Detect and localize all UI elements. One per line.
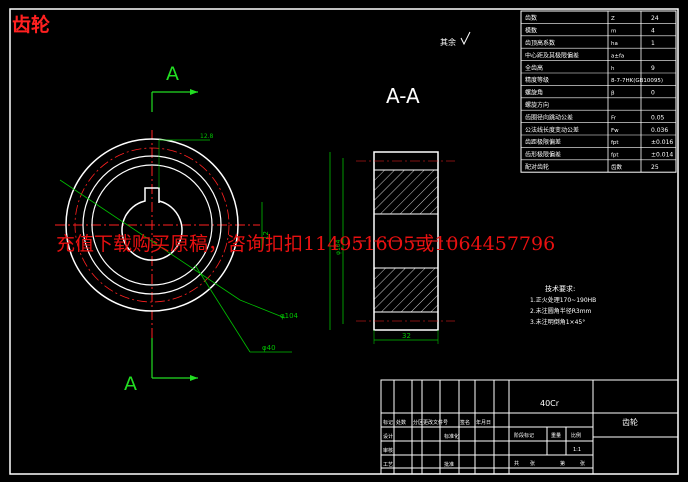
section-letter-top: A bbox=[166, 63, 179, 85]
scale-value: 1:1 bbox=[573, 447, 581, 453]
part-name: 齿轮 bbox=[622, 417, 638, 427]
tech-req-item-1: 1.正火处理170~190HB bbox=[530, 296, 596, 304]
row-label-mark: 标记 bbox=[383, 419, 393, 426]
param-name-8: 齿圈径向跳动公差 bbox=[525, 113, 573, 121]
title-block bbox=[380, 379, 679, 475]
col-label-sign: 签名 bbox=[460, 419, 470, 426]
param-value-4: 9 bbox=[651, 65, 655, 72]
param-symbol-6: β bbox=[611, 91, 615, 97]
section-view-label: A-A bbox=[386, 84, 420, 108]
param-value-8: 0.05 bbox=[651, 114, 665, 121]
param-name-1: 模数 bbox=[525, 27, 537, 35]
param-symbol-11: fpt bbox=[611, 153, 619, 159]
param-value-10: ±0.016 bbox=[651, 139, 673, 146]
section-view: A-A φ104 32 bbox=[329, 84, 455, 344]
param-value-9: 0.036 bbox=[651, 127, 668, 134]
arrow-head-top bbox=[190, 89, 198, 95]
header-title: 齿轮 bbox=[12, 13, 50, 36]
col-label-count: 处数 bbox=[396, 419, 406, 426]
sheet-total: 共 bbox=[514, 460, 519, 467]
col-label-docno: 更改文件号 bbox=[423, 419, 448, 426]
tech-req-title: 技术要求: bbox=[545, 284, 575, 293]
param-symbol-0: Z bbox=[611, 16, 615, 22]
param-name-4: 全齿高 bbox=[525, 64, 543, 72]
param-name-5: 精度等级 bbox=[525, 76, 549, 84]
arrow-head-bottom bbox=[190, 375, 198, 381]
approve-label: 批准 bbox=[444, 461, 454, 468]
param-value-1: 4 bbox=[651, 28, 655, 35]
param-symbol-3: a±fa bbox=[611, 53, 624, 59]
param-name-10: 齿距极限偏差 bbox=[525, 138, 561, 146]
section-letter-bottom: A bbox=[124, 373, 137, 395]
material: 40Cr bbox=[540, 399, 560, 408]
hatch-upper bbox=[373, 169, 439, 215]
param-symbol-2: ha bbox=[611, 41, 618, 47]
param-symbol-10: fpt bbox=[611, 140, 619, 146]
outer-dia-dim: φ104 bbox=[280, 312, 299, 320]
tech-req-item-2: 2.未注圆角半径R3mm bbox=[530, 307, 592, 315]
drawing-canvas: 齿轮 其余 A A 12.8 12 φ104 φ40 A-A φ104 32 齿… bbox=[0, 0, 688, 482]
stage-label: 阶段标记 bbox=[514, 432, 534, 439]
param-symbol-8: Fr bbox=[611, 115, 617, 121]
param-value-6: 0 bbox=[651, 90, 655, 97]
roughness-icon bbox=[460, 31, 471, 46]
hub-dia-dim: φ40 bbox=[262, 344, 276, 352]
leader-hub bbox=[194, 264, 251, 353]
row-label-review: 审核 bbox=[383, 447, 393, 454]
param-value-2: 1 bbox=[651, 40, 655, 47]
param-symbol-9: Fw bbox=[611, 128, 619, 134]
tech-req-item-3: 3.未注明倒角1×45° bbox=[530, 318, 585, 326]
param-name-0: 齿数 bbox=[525, 14, 537, 22]
param-name-2: 齿顶高系数 bbox=[525, 39, 555, 47]
keyway-depth-dim: 12.8 bbox=[200, 133, 214, 140]
hatch-lower bbox=[373, 267, 439, 313]
param-name-7: 螺旋方向 bbox=[525, 101, 549, 109]
param-value-12: 25 bbox=[651, 164, 659, 171]
row-label-design: 设计 bbox=[383, 433, 393, 440]
tech-requirements: 技术要求: 1.正火处理170~190HB 2.未注圆角半径R3mm 3.未注明… bbox=[530, 284, 596, 326]
col-label-date: 年月日 bbox=[476, 419, 491, 426]
param-value-11: ±0.014 bbox=[651, 152, 673, 159]
leader-outer-tail bbox=[239, 299, 286, 319]
parameter-table: 齿数 Z 24 模数 m 4 齿顶高系数 ha 1 中心距及其极限偏差 a±fa 全齿高 h 9 精度等级 8… bbox=[520, 10, 677, 173]
param-name-11: 齿形极限偏差 bbox=[525, 151, 561, 159]
param-name-9: 公法线长度变动公差 bbox=[525, 126, 579, 134]
std-label: 标准化 bbox=[444, 433, 459, 440]
col-label-zone: 分区 bbox=[413, 419, 423, 426]
param-symbol-4: h bbox=[611, 66, 615, 72]
param-name-6: 螺旋角 bbox=[525, 89, 543, 97]
scale-label: 比例 bbox=[571, 432, 581, 439]
sheet-no: 第 bbox=[560, 460, 565, 467]
surface-finish-label: 其余 bbox=[440, 37, 456, 47]
param-symbol-12: 齿数 bbox=[611, 163, 623, 171]
param-symbol-1: m bbox=[611, 29, 616, 35]
param-name-12: 配对齿轮 bbox=[525, 163, 549, 171]
param-symbol-5: 8-7-7HK(GB10095) bbox=[611, 78, 663, 84]
param-value-0: 24 bbox=[651, 15, 659, 22]
face-width-dim: 32 bbox=[402, 332, 411, 340]
sheet-unit: 张 bbox=[580, 460, 585, 467]
watermark-text: 充值下载购买原稿，咨询扣扣1149516O5或1064457796 bbox=[56, 233, 556, 255]
row-label-process: 工艺 bbox=[383, 462, 393, 468]
weight-label: 重量 bbox=[551, 432, 561, 439]
param-name-3: 中心距及其极限偏差 bbox=[525, 51, 579, 59]
sheet-label: 张 bbox=[530, 460, 535, 467]
